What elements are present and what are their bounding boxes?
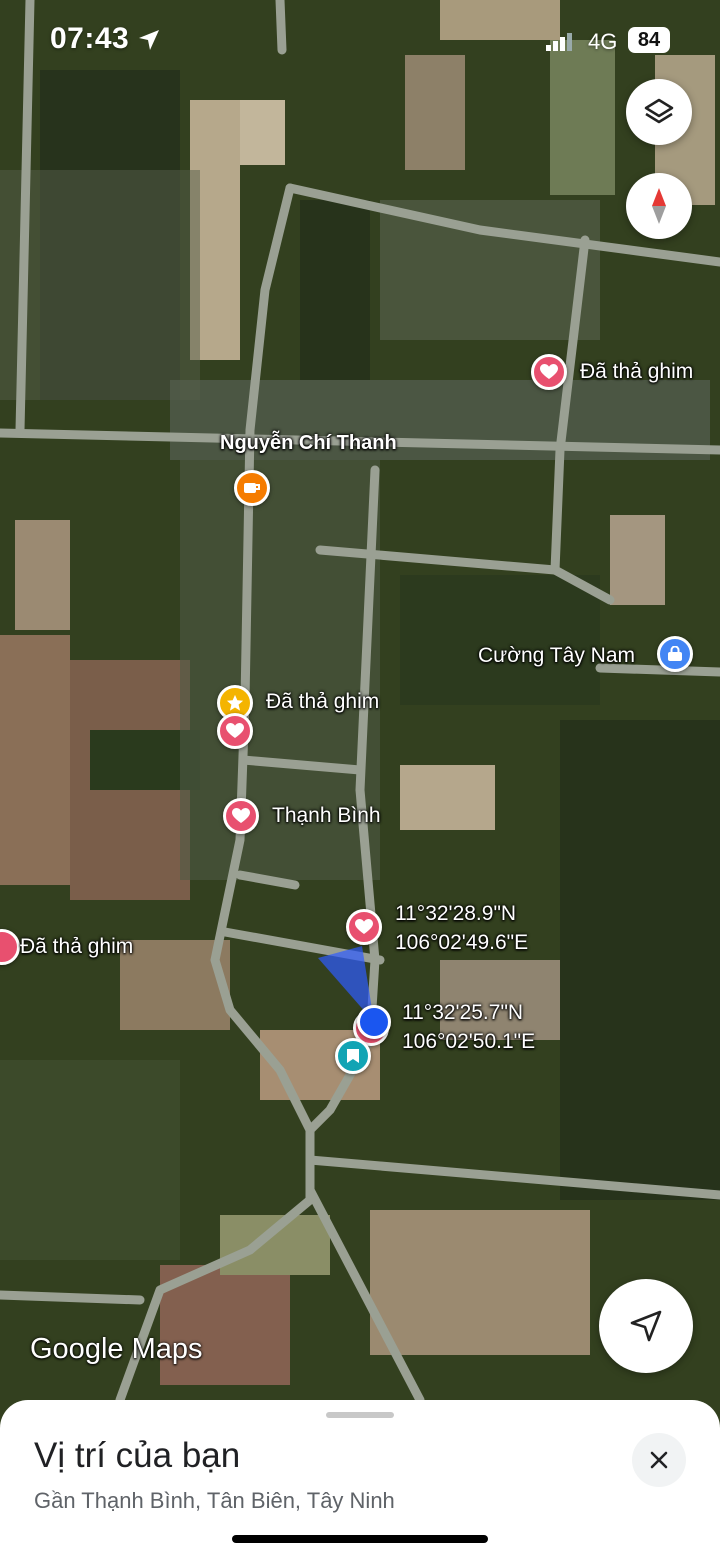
place-label[interactable]: Đã thả ghim	[580, 359, 693, 384]
layers-button[interactable]	[626, 79, 692, 145]
status-bar: 07:43 4G 84	[0, 0, 720, 84]
home-indicator[interactable]	[232, 1535, 488, 1543]
street-label: Nguyễn Chí Thanh	[220, 432, 397, 454]
shopping-pin[interactable]	[657, 636, 693, 672]
saved-pin[interactable]	[346, 909, 382, 945]
navigation-arrow-icon	[630, 1310, 662, 1342]
location-bottom-sheet[interactable]: Vị trí của bạn Gần Thạnh Bình, Tân Biên,…	[0, 1400, 720, 1557]
coordinate-lon: 106°02'50.1"E	[402, 1030, 536, 1053]
heart-icon	[355, 919, 373, 934]
place-label[interactable]: Đã thả ghim	[266, 689, 379, 714]
coordinate-lat: 11°32'28.9"N	[395, 902, 517, 925]
map-attribution: Google Maps	[30, 1333, 203, 1365]
shopping-bag-icon	[668, 646, 682, 661]
compass-icon	[652, 188, 666, 224]
sheet-subtitle: Gần Thạnh Bình, Tân Biên, Tây Ninh	[34, 1488, 395, 1513]
place-label[interactable]: Cường Tây Nam	[478, 643, 635, 668]
layers-icon	[644, 98, 674, 124]
saved-pin[interactable]	[217, 713, 253, 749]
coordinate-lon: 106°02'49.6"E	[395, 931, 529, 954]
close-button[interactable]	[632, 1433, 686, 1487]
coffee-cup-icon	[244, 483, 260, 493]
sheet-title: Vị trí của bạn	[34, 1436, 241, 1475]
clock: 07:43	[50, 22, 130, 55]
network-type: 4G	[588, 29, 618, 54]
place-label[interactable]: Thạnh Bình	[272, 803, 381, 828]
saved-pin[interactable]	[223, 798, 259, 834]
place-label[interactable]: Đã thả ghim	[20, 934, 133, 959]
bookmark-icon	[347, 1049, 359, 1063]
coordinate-lat: 11°32'25.7"N	[402, 1001, 524, 1024]
heart-icon	[232, 808, 250, 823]
battery-level: 84	[628, 27, 670, 53]
heart-icon	[540, 364, 558, 379]
bookmark-pin[interactable]	[335, 1038, 371, 1074]
drag-handle[interactable]	[326, 1412, 394, 1418]
close-icon	[650, 1451, 668, 1469]
current-location-dot[interactable]	[357, 1005, 391, 1039]
star-icon	[226, 694, 244, 711]
saved-pin[interactable]	[531, 354, 567, 390]
location-arrow-icon	[139, 30, 159, 50]
signal-icon	[546, 33, 572, 51]
heart-icon	[226, 723, 244, 738]
compass-button[interactable]	[626, 173, 692, 239]
cafe-pin[interactable]	[234, 470, 270, 506]
recenter-location-button[interactable]	[599, 1279, 693, 1373]
